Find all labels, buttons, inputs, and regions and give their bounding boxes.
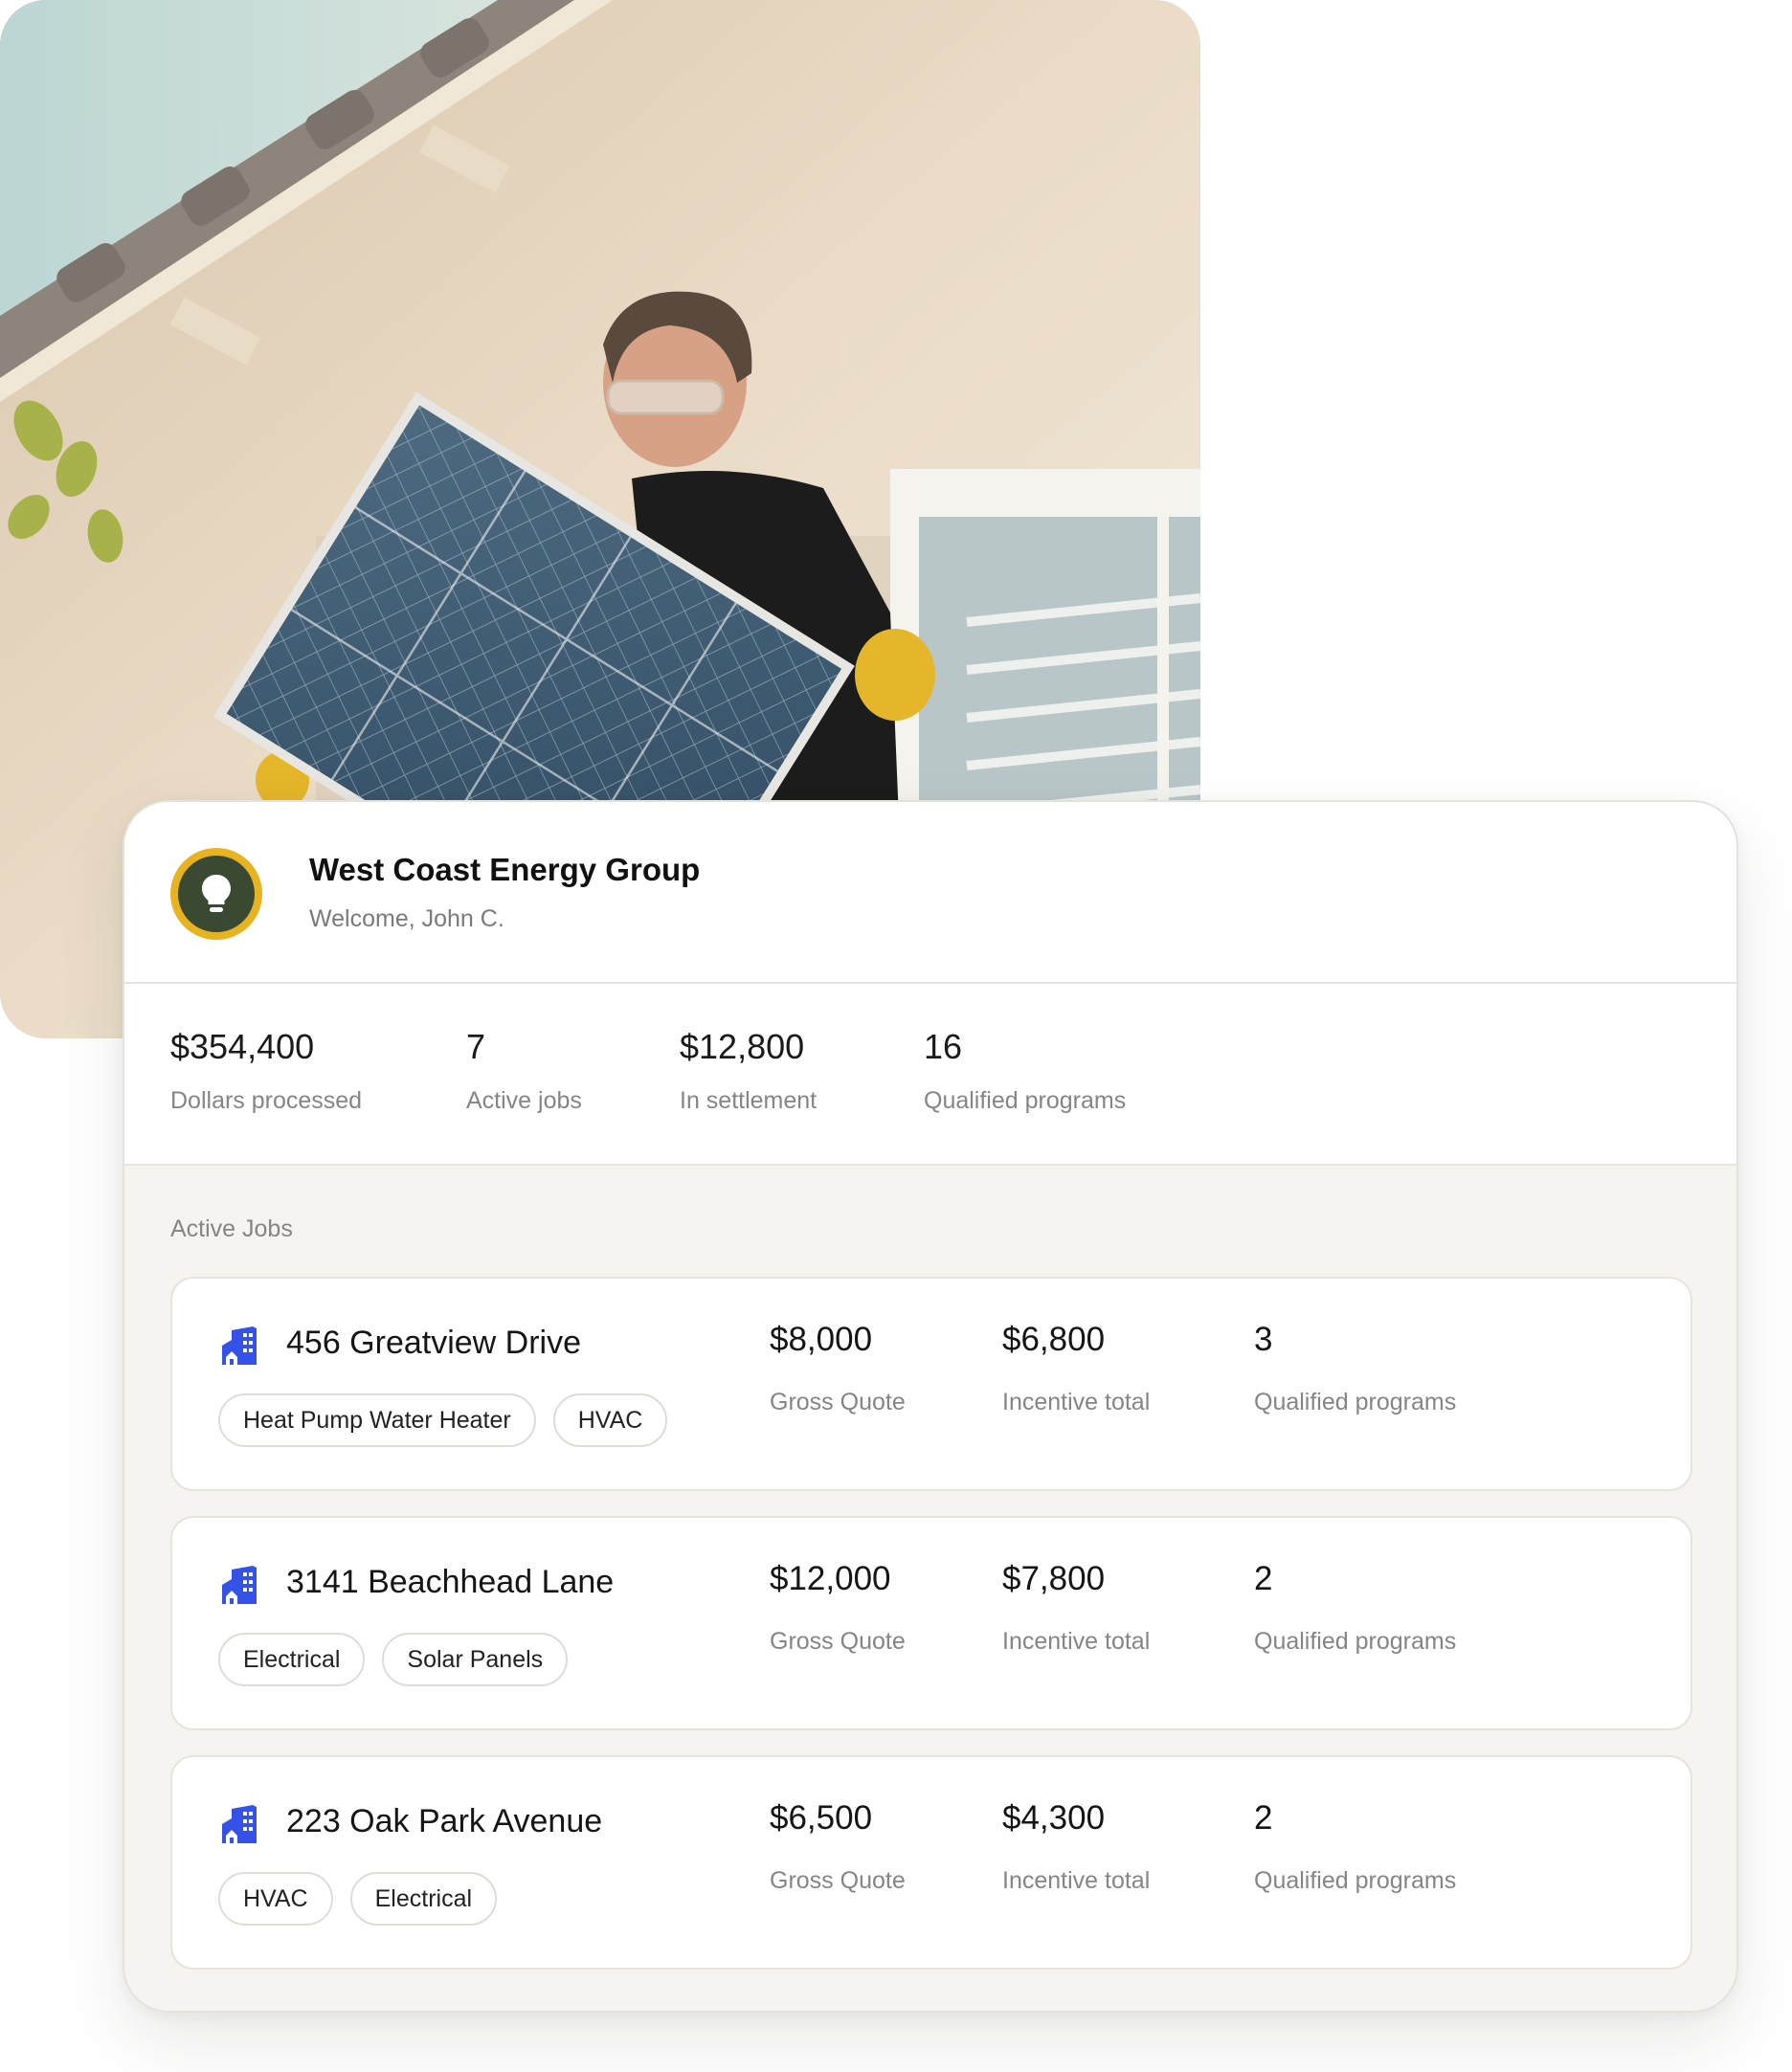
qualified-programs-value: 3	[1254, 1321, 1273, 1358]
gross-quote-label: Gross Quote	[770, 1867, 906, 1894]
dashboard-card: West Coast Energy Group Welcome, John C.…	[123, 800, 1738, 2013]
job-card[interactable]: 223 Oak Park Avenue HVAC Electrical $6,5…	[170, 1755, 1692, 1970]
active-jobs-list: 456 Greatview Drive Heat Pump Water Heat…	[170, 1277, 1692, 1994]
gross-quote-value: $12,000	[770, 1560, 891, 1597]
job-address: 223 Oak Park Avenue	[286, 1803, 603, 1839]
job-tag: HVAC	[552, 1393, 668, 1447]
qualified-programs: 3 Qualified programs	[1254, 1323, 1456, 1416]
stat-label: Active jobs	[466, 1087, 582, 1114]
incentive-total: $6,800 Incentive total	[1002, 1323, 1150, 1416]
incentive-total-value: $6,800	[1002, 1321, 1106, 1358]
stat-label: In settlement	[680, 1087, 818, 1114]
stat-dollars-processed: $354,400 Dollars processed	[170, 1030, 362, 1115]
company-logo	[170, 848, 262, 940]
qualified-programs-value: 2	[1254, 1560, 1273, 1597]
job-tags: HVAC Electrical	[218, 1872, 498, 1926]
job-tags: Electrical Solar Panels	[218, 1633, 569, 1686]
job-tag: Solar Panels	[382, 1633, 569, 1686]
job-tag: Electrical	[349, 1872, 498, 1926]
gross-quote: $12,000 Gross Quote	[770, 1562, 906, 1656]
job-address: 3141 Beachhead Lane	[286, 1564, 615, 1600]
stat-qualified-programs: 16 Qualified programs	[924, 1030, 1126, 1115]
qualified-programs: 2 Qualified programs	[1254, 1801, 1456, 1895]
welcome-message: Welcome, John C.	[309, 905, 504, 932]
qualified-programs-label: Qualified programs	[1254, 1867, 1457, 1894]
incentive-total: $7,800 Incentive total	[1002, 1562, 1150, 1656]
qualified-programs-label: Qualified programs	[1254, 1628, 1457, 1655]
building-icon	[222, 1326, 257, 1365]
qualified-programs-label: Qualified programs	[1254, 1389, 1457, 1415]
stat-label: Qualified programs	[924, 1087, 1127, 1114]
stat-value: 7	[466, 1027, 486, 1066]
qualified-programs: 2 Qualified programs	[1254, 1562, 1456, 1656]
job-card[interactable]: 3141 Beachhead Lane Electrical Solar Pan…	[170, 1516, 1692, 1730]
gross-quote-value: $8,000	[770, 1321, 873, 1358]
company-name: West Coast Energy Group	[309, 852, 701, 887]
job-address: 456 Greatview Drive	[286, 1325, 582, 1361]
gross-quote-label: Gross Quote	[770, 1389, 906, 1415]
job-tag: Electrical	[218, 1633, 366, 1686]
job-card[interactable]: 456 Greatview Drive Heat Pump Water Heat…	[170, 1277, 1692, 1491]
stat-value: $354,400	[170, 1027, 315, 1066]
company-header: West Coast Energy Group Welcome, John C.	[124, 802, 1736, 984]
building-icon	[222, 1805, 257, 1843]
job-tags: Heat Pump Water Heater HVAC	[218, 1393, 668, 1447]
gross-quote-label: Gross Quote	[770, 1628, 906, 1655]
stat-active-jobs: 7 Active jobs	[466, 1030, 582, 1115]
incentive-total-label: Incentive total	[1002, 1389, 1151, 1415]
stat-label: Dollars processed	[170, 1087, 363, 1114]
building-icon	[222, 1566, 257, 1604]
active-jobs-heading: Active Jobs	[170, 1215, 293, 1242]
card-top-section: West Coast Energy Group Welcome, John C.…	[124, 802, 1736, 1166]
incentive-total-value: $4,300	[1002, 1799, 1106, 1837]
stat-value: 16	[924, 1027, 963, 1066]
gross-quote-value: $6,500	[770, 1799, 873, 1837]
job-tag: HVAC	[218, 1872, 333, 1926]
stat-in-settlement: $12,800 In settlement	[680, 1030, 817, 1115]
stat-value: $12,800	[680, 1027, 805, 1066]
qualified-programs-value: 2	[1254, 1799, 1273, 1837]
logo-inner	[178, 856, 255, 932]
job-tag: Heat Pump Water Heater	[218, 1393, 536, 1447]
page: West Coast Energy Group Welcome, John C.…	[0, 0, 1792, 2072]
incentive-total: $4,300 Incentive total	[1002, 1801, 1150, 1895]
gross-quote: $6,500 Gross Quote	[770, 1801, 906, 1895]
gross-quote: $8,000 Gross Quote	[770, 1323, 906, 1416]
incentive-total-value: $7,800	[1002, 1560, 1106, 1597]
incentive-total-label: Incentive total	[1002, 1867, 1151, 1894]
stats-bar: $354,400 Dollars processed 7 Active jobs…	[124, 984, 1736, 1166]
incentive-total-label: Incentive total	[1002, 1628, 1151, 1655]
lightbulb-icon	[202, 875, 231, 912]
